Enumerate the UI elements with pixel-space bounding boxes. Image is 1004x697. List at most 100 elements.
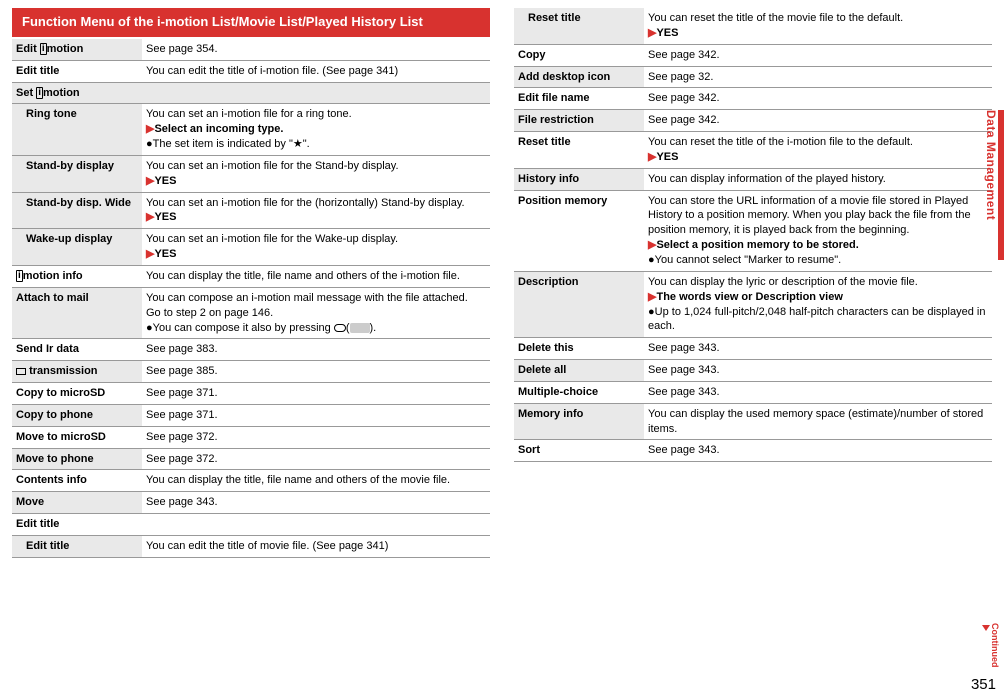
row-standby: Stand-by displayYou can set an i-motion … — [12, 155, 490, 192]
desc: You can display the title, file name and… — [142, 266, 490, 288]
label: Delete this — [514, 338, 644, 360]
label: transmission — [29, 365, 97, 377]
row-ring-tone: Ring toneYou can set an i-motion file fo… — [12, 104, 490, 156]
right-column: Reset titleYou can reset the title of th… — [514, 8, 992, 558]
side-tab-label: Data Management — [982, 110, 998, 220]
row-delete-all: Delete allSee page 343. — [514, 360, 992, 382]
desc: You can display the lyric or description… — [644, 271, 992, 337]
row-copy: CopySee page 342. — [514, 44, 992, 66]
row-memory: Memory infoYou can display the used memo… — [514, 403, 992, 440]
label: Edit — [16, 43, 37, 55]
label: Add desktop icon — [514, 66, 644, 88]
right-table: Reset titleYou can reset the title of th… — [514, 8, 992, 462]
desc: See page 371. — [142, 404, 490, 426]
label: motion info — [23, 270, 83, 282]
label: Copy to microSD — [12, 383, 142, 405]
row-history: History infoYou can display information … — [514, 168, 992, 190]
label: File restriction — [514, 110, 644, 132]
desc: You can reset the title of the i-motion … — [644, 132, 992, 169]
desc: See page 342. — [644, 44, 992, 66]
row-set-motion: Set imotion — [12, 82, 490, 104]
label: Move — [12, 492, 142, 514]
section-header: Function Menu of the i-motion List/Movie… — [12, 8, 490, 37]
label: Description — [514, 271, 644, 337]
row-standby-wide: Stand-by disp. WideYou can set an i-moti… — [12, 192, 490, 229]
label: History info — [514, 168, 644, 190]
row-edit-motion: Edit imotion See page 354. — [12, 39, 490, 60]
label: Copy to phone — [12, 404, 142, 426]
ic-icon — [16, 368, 26, 375]
label: Delete all — [514, 360, 644, 382]
label: Attach to mail — [12, 287, 142, 339]
mail-button-icon — [334, 324, 346, 332]
label: Stand-by display — [12, 155, 142, 192]
row-description: DescriptionYou can display the lyric or … — [514, 271, 992, 337]
desc: See page 372. — [142, 426, 490, 448]
left-table: Edit imotionSee page 354. Edit titleYou … — [12, 39, 490, 558]
desc: You can set an i-motion file for a ring … — [142, 104, 490, 156]
row-sort: SortSee page 343. — [514, 440, 992, 462]
desc: You can store the URL information of a m… — [644, 190, 992, 271]
desc: See page 343. — [142, 492, 490, 514]
page-number: 351 — [971, 676, 996, 693]
row-transmission: transmission See page 385. — [12, 361, 490, 383]
desc: You can compose an i-motion mail message… — [142, 287, 490, 339]
row-multiple: Multiple-choiceSee page 343. — [514, 381, 992, 403]
row-edit-title-sub: Edit titleYou can edit the title of movi… — [12, 535, 490, 557]
row-motion-info: imotion info You can display the title, f… — [12, 266, 490, 288]
continued-text: Continued — [990, 623, 1000, 668]
label: Position memory — [514, 190, 644, 271]
label: Wake-up display — [12, 229, 142, 266]
desc: See page 372. — [142, 448, 490, 470]
desc: You can set an i-motion file for the Wak… — [142, 229, 490, 266]
label: Multiple-choice — [514, 381, 644, 403]
row-attach: Attach to mailYou can compose an i-motio… — [12, 287, 490, 339]
label2: motion — [43, 87, 80, 99]
row-file-restriction: File restrictionSee page 342. — [514, 110, 992, 132]
row-reset-imotion: Reset titleYou can reset the title of th… — [514, 132, 992, 169]
imotion-icon: i — [16, 270, 23, 282]
imotion-icon: i — [40, 43, 47, 55]
row-move-phone: Move to phoneSee page 372. — [12, 448, 490, 470]
desc: See page 354. — [142, 39, 490, 60]
label: Stand-by disp. Wide — [12, 192, 142, 229]
label2: motion — [47, 43, 84, 55]
label: Move to microSD — [12, 426, 142, 448]
left-column: Function Menu of the i-motion List/Movie… — [12, 8, 490, 558]
row-edit-file: Edit file nameSee page 342. — [514, 88, 992, 110]
desc: You can edit the title of movie file. (S… — [142, 535, 490, 557]
row-edit-title-hdr: Edit title — [12, 514, 490, 536]
row-contents-info: Contents infoYou can display the title, … — [12, 470, 490, 492]
desc: See page 385. — [142, 361, 490, 383]
row-delete-this: Delete thisSee page 343. — [514, 338, 992, 360]
label: Edit title — [12, 60, 142, 82]
label: Ring tone — [12, 104, 142, 156]
row-position: Position memoryYou can store the URL inf… — [514, 190, 992, 271]
desc: See page 371. — [142, 383, 490, 405]
label: Set — [16, 87, 33, 99]
desc: See page 342. — [644, 88, 992, 110]
desc: See page 343. — [644, 440, 992, 462]
desc: You can reset the title of the movie fil… — [644, 8, 992, 44]
row-add-icon: Add desktop iconSee page 32. — [514, 66, 992, 88]
label: Contents info — [12, 470, 142, 492]
row-copy-microsd: Copy to microSDSee page 371. — [12, 383, 490, 405]
label: Edit title — [12, 535, 142, 557]
row-move: MoveSee page 343. — [12, 492, 490, 514]
desc: You can set an i-motion file for the Sta… — [142, 155, 490, 192]
label: Memory info — [514, 403, 644, 440]
label: Move to phone — [12, 448, 142, 470]
row-edit-title: Edit titleYou can edit the title of i-mo… — [12, 60, 490, 82]
label: Reset title — [514, 8, 644, 44]
label: Reset title — [514, 132, 644, 169]
mail-icon — [350, 323, 370, 333]
desc: See page 343. — [644, 381, 992, 403]
desc: You can display the title, file name and… — [142, 470, 490, 492]
desc: You can display the used memory space (e… — [644, 403, 992, 440]
desc: See page 32. — [644, 66, 992, 88]
desc: See page 383. — [142, 339, 490, 361]
desc: See page 343. — [644, 338, 992, 360]
desc: See page 343. — [644, 360, 992, 382]
row-copy-phone: Copy to phoneSee page 371. — [12, 404, 490, 426]
row-move-microsd: Move to microSDSee page 372. — [12, 426, 490, 448]
